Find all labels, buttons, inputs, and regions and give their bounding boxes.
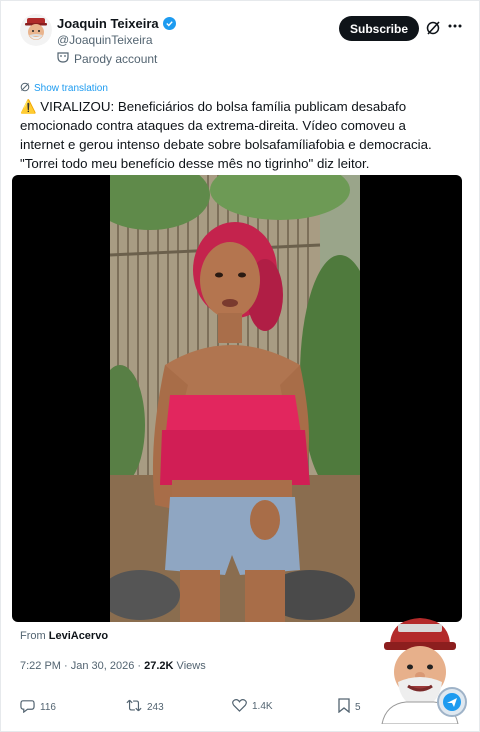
- post-meta: 7:22 PM · Jan 30, 2026 · 27.2K Views: [20, 660, 206, 672]
- source-prefix: From: [20, 630, 46, 642]
- action-bar: 116 243 1.4K 5: [20, 698, 380, 718]
- repost-count: 243: [147, 701, 164, 713]
- reply-count: 116: [40, 701, 56, 713]
- post-line: "Torrei todo meu benefício desse mês no …: [20, 156, 370, 171]
- verified-badge-icon: [162, 17, 176, 30]
- post-body: ⚠️ VIRALIZOU: Beneficiários do bolsa fam…: [20, 97, 460, 173]
- source-link[interactable]: LeviAcervo: [49, 630, 108, 642]
- author-avatar[interactable]: [20, 14, 52, 46]
- bookmark-button[interactable]: 5: [338, 698, 361, 716]
- video-frame: [110, 175, 360, 622]
- translate-globe-icon: [20, 82, 30, 95]
- repost-button[interactable]: 243: [126, 698, 164, 716]
- author-handle[interactable]: @JoaquinTeixeira: [57, 33, 153, 47]
- reply-icon: [20, 698, 35, 716]
- author-display-name[interactable]: Joaquin Teixeira: [57, 16, 159, 31]
- post-line: ⚠️ VIRALIZOU: Beneficiários do bolsa fam…: [20, 99, 407, 114]
- bookmark-count: 5: [355, 701, 361, 713]
- post-line: internet e gerou intenso debate sobre bo…: [20, 137, 432, 152]
- repost-icon: [126, 698, 142, 716]
- author-name[interactable]: Joaquin Teixeira: [57, 16, 176, 31]
- grok-slash-icon[interactable]: [425, 20, 441, 36]
- watermark-mascot-logo: [368, 612, 472, 725]
- reply-button[interactable]: 116: [20, 698, 56, 716]
- views-label: Views: [173, 660, 206, 672]
- subscribe-button[interactable]: Subscribe: [339, 16, 419, 41]
- more-horizontal-icon[interactable]: [447, 18, 463, 38]
- parody-mask-icon: [57, 51, 69, 66]
- bookmark-icon: [338, 698, 350, 716]
- post-line: emocionado contra ataques da extrema-dir…: [20, 118, 406, 133]
- video-source: From LeviAcervo: [20, 630, 108, 642]
- show-translation-text[interactable]: Show translation: [34, 83, 108, 94]
- video-player[interactable]: [12, 175, 462, 622]
- post-timestamp[interactable]: 7:22 PM · Jan 30, 2026 ·: [20, 660, 144, 672]
- like-count: 1.4K: [252, 701, 273, 712]
- show-translation-link[interactable]: Show translation: [20, 82, 108, 95]
- like-button[interactable]: 1.4K: [232, 698, 273, 715]
- views-count: 27.2K: [144, 660, 174, 672]
- heart-icon: [232, 698, 247, 715]
- parody-label: Parody account: [57, 51, 157, 66]
- parody-label-text: Parody account: [74, 51, 158, 66]
